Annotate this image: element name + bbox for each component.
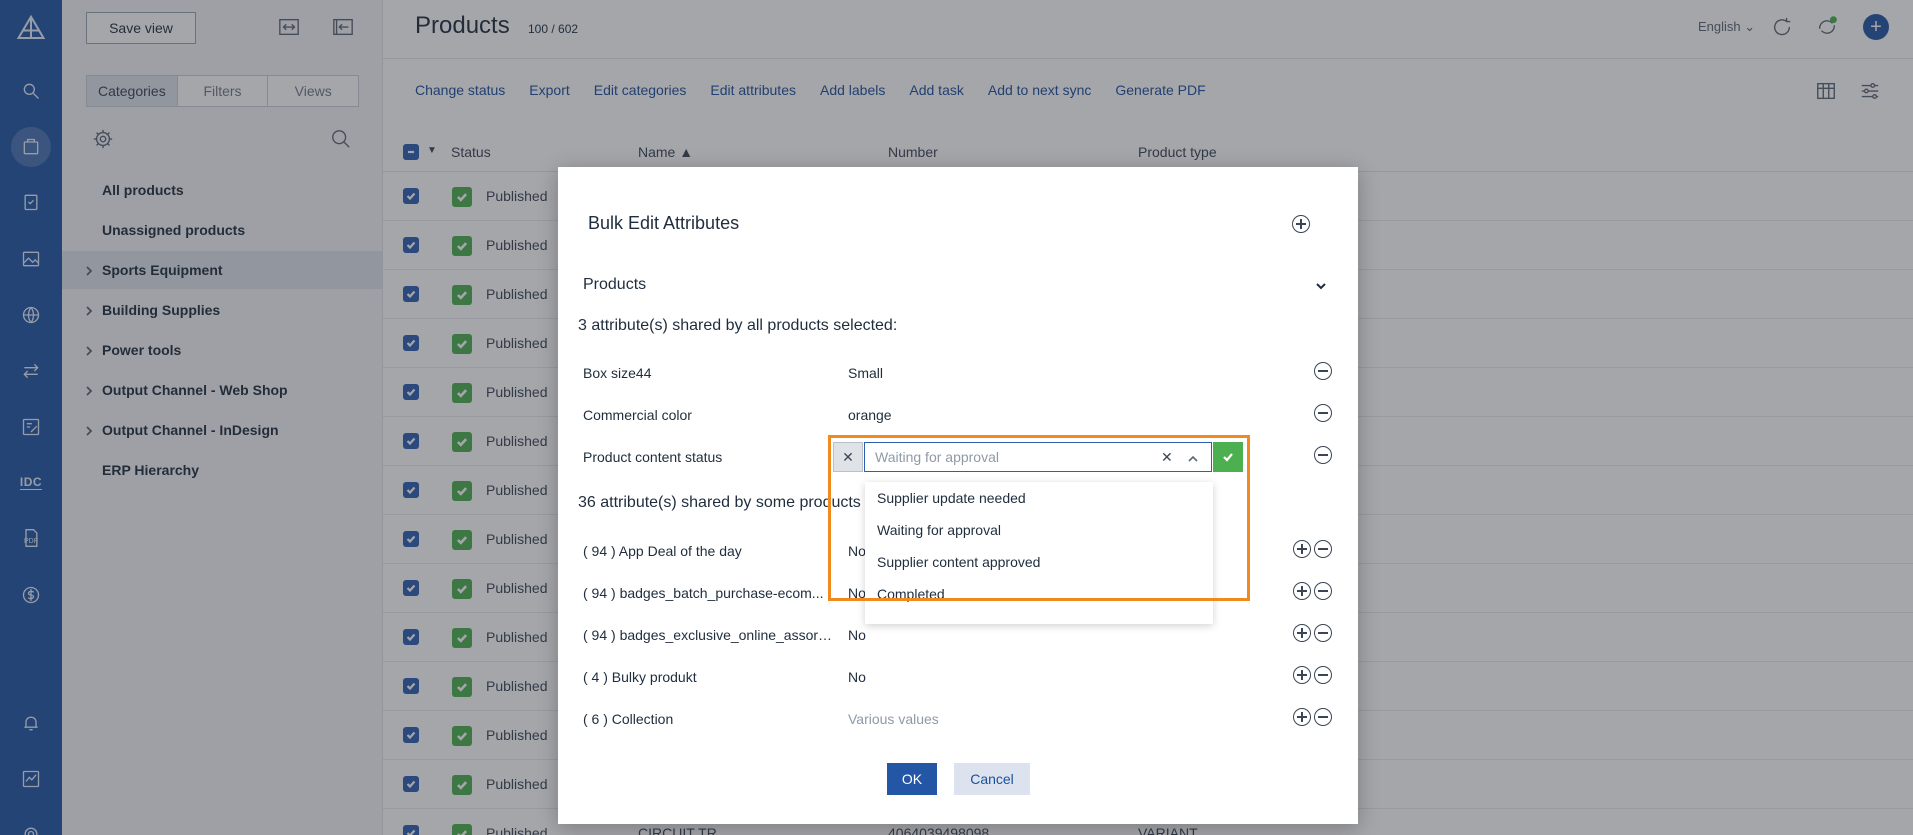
minus-circle-icon	[1314, 446, 1332, 464]
attribute-label: Commercial color	[583, 407, 692, 423]
minus-circle-icon	[1314, 666, 1332, 684]
remove-attribute-button[interactable]	[1314, 446, 1334, 466]
add-value-button[interactable]	[1293, 624, 1313, 644]
remove-attribute-button[interactable]	[1314, 624, 1334, 644]
minus-circle-icon	[1314, 362, 1332, 380]
dropdown-option[interactable]: Completed	[865, 578, 1213, 610]
dropdown-option[interactable]: Supplier update needed	[865, 482, 1213, 514]
add-value-button[interactable]	[1293, 582, 1313, 602]
remove-attribute-button[interactable]	[1314, 404, 1334, 424]
shared-all-heading: 3 attribute(s) shared by all products se…	[578, 317, 898, 334]
minus-circle-icon	[1314, 540, 1332, 558]
plus-circle-icon	[1293, 540, 1311, 558]
attribute-label: ( 6 ) Collection	[583, 711, 674, 727]
modal-title: Bulk Edit Attributes	[588, 213, 740, 233]
status-dropdown: Supplier update needed Waiting for appro…	[865, 482, 1213, 624]
dropdown-option[interactable]: Waiting for approval	[865, 514, 1213, 546]
attribute-value[interactable]: Small	[848, 365, 883, 381]
status-edit-control: ✕ Waiting for approval ✕	[833, 442, 1263, 484]
attribute-value[interactable]: No	[848, 669, 866, 685]
bulk-edit-modal: Bulk Edit Attributes Products 3 attribut…	[558, 167, 1358, 824]
attribute-value[interactable]: No	[848, 543, 866, 559]
cancel-button[interactable]: Cancel	[954, 763, 1030, 795]
plus-circle-icon	[1293, 666, 1311, 684]
attribute-label: ( 4 ) Bulky produkt	[583, 669, 697, 685]
remove-attribute-button[interactable]	[1314, 708, 1334, 728]
minus-circle-icon	[1314, 582, 1332, 600]
plus-circle-icon	[1293, 708, 1311, 726]
plus-circle-icon	[1293, 582, 1311, 600]
status-select[interactable]: Waiting for approval ✕	[864, 442, 1212, 472]
select-placeholder: Waiting for approval	[875, 449, 999, 465]
dropdown-option[interactable]: Supplier content approved	[865, 546, 1213, 578]
attribute-label: ( 94 ) App Deal of the day	[583, 543, 742, 559]
ok-button[interactable]: OK	[887, 763, 937, 795]
plus-circle-icon	[1292, 215, 1310, 233]
attribute-label: ( 94 ) badges_exclusive_online_assort...	[583, 627, 833, 643]
section-title: Products	[583, 276, 647, 293]
remove-attribute-button[interactable]	[1314, 666, 1334, 686]
attribute-value[interactable]: orange	[848, 407, 892, 423]
chevron-up-icon[interactable]	[1187, 452, 1199, 464]
remove-attribute-button[interactable]	[1314, 540, 1334, 560]
remove-attribute-button[interactable]	[1314, 582, 1334, 602]
chevron-down-icon[interactable]	[1314, 279, 1328, 293]
confirm-edit-button[interactable]	[1213, 442, 1243, 472]
remove-attribute-button[interactable]	[1314, 362, 1334, 382]
attribute-value[interactable]: Various values	[848, 711, 939, 727]
minus-circle-icon	[1314, 404, 1332, 422]
cancel-edit-button[interactable]: ✕	[833, 442, 863, 472]
minus-circle-icon	[1314, 624, 1332, 642]
add-value-button[interactable]	[1293, 708, 1313, 728]
attribute-value[interactable]: No	[848, 627, 866, 643]
clear-icon[interactable]: ✕	[1161, 449, 1173, 466]
attribute-value[interactable]: No	[848, 585, 866, 601]
attribute-label: ( 94 ) badges_batch_purchase-ecom...	[583, 585, 824, 601]
attribute-label: Box size44	[583, 365, 652, 381]
add-value-button[interactable]	[1293, 540, 1313, 560]
attribute-label: Product content status	[583, 449, 723, 465]
add-attribute-button[interactable]	[1292, 215, 1312, 235]
add-value-button[interactable]	[1293, 666, 1313, 686]
plus-circle-icon	[1293, 624, 1311, 642]
minus-circle-icon	[1314, 708, 1332, 726]
shared-some-heading: 36 attribute(s) shared by some products	[578, 494, 861, 511]
